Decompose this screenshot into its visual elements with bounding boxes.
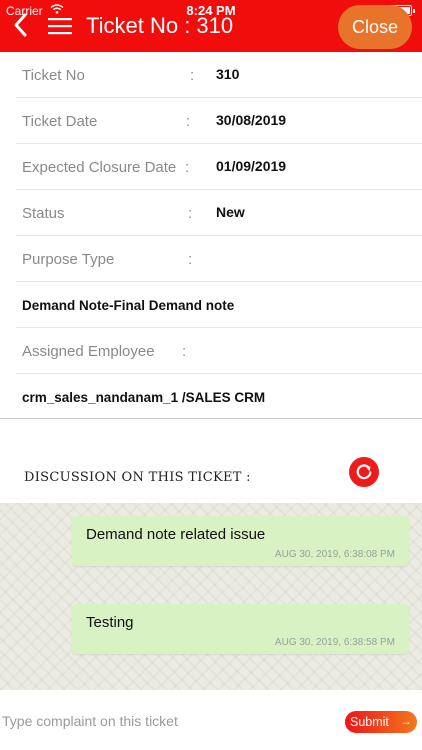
assigned-employee-label: Assigned Employee: [22, 343, 155, 360]
assigned-employee-value: crm_sales_nandanam_1 /SALES CRM: [22, 390, 266, 405]
chat-message-text: Testing: [86, 614, 134, 631]
purpose-type-colon: :: [188, 251, 193, 268]
ticket-date-label: Ticket Date: [22, 113, 98, 130]
status-colon: :: [188, 205, 193, 222]
ticket-no-label: Ticket No: [22, 67, 85, 84]
status-value: New: [216, 204, 245, 220]
hamburger-menu-icon[interactable]: [47, 16, 73, 36]
chevron-left-icon[interactable]: [10, 12, 32, 38]
refresh-icon: [356, 464, 372, 480]
ticket-no-value: 310: [216, 66, 240, 82]
detail-row-ticket-no: Ticket No : 310: [16, 52, 422, 98]
expected-closure-colon: :: [185, 159, 190, 176]
detail-row-expected-closure: Expected Closure Date : 01/09/2019: [16, 144, 422, 190]
assigned-employee-colon: :: [182, 343, 187, 360]
submit-label: Submit: [350, 715, 389, 729]
arrow-right-icon: →: [400, 714, 412, 728]
chat-message-text: Demand note related issue: [86, 526, 266, 543]
ticket-date-colon: :: [186, 113, 191, 130]
expected-closure-label: Expected Closure Date: [22, 159, 177, 176]
purpose-type-label: Purpose Type: [22, 251, 115, 268]
detail-row-assigned-value: crm_sales_nandanam_1 /SALES CRM: [16, 374, 422, 420]
chat-message-timestamp: AUG 30, 2019, 6:38:08 PM: [274, 549, 395, 560]
ticket-date-value: 30/08/2019: [216, 112, 287, 128]
close-button[interactable]: Close: [338, 5, 412, 49]
detail-row-purpose-value: Demand Note-Final Demand note: [16, 282, 422, 328]
chat-message: Testing AUG 30, 2019, 6:38:58 PM: [72, 604, 409, 654]
discussion-title: DISCUSSION ON THIS TICKET :: [24, 470, 251, 485]
section-divider: [0, 418, 422, 419]
chat-area[interactable]: Demand note related issue AUG 30, 2019, …: [0, 503, 422, 690]
chat-message-timestamp: AUG 30, 2019, 6:38:58 PM: [274, 637, 395, 648]
ticket-no-colon: :: [190, 67, 195, 84]
expected-closure-value: 01/09/2019: [216, 158, 287, 174]
status-label: Status: [22, 205, 65, 222]
detail-row-assigned-employee: Assigned Employee :: [16, 328, 422, 374]
detail-row-purpose-type: Purpose Type :: [16, 236, 422, 282]
detail-row-ticket-date: Ticket Date : 30/08/2019: [16, 98, 422, 144]
detail-row-status: Status : New: [16, 190, 422, 236]
submit-button[interactable]: Submit →: [345, 711, 417, 733]
refresh-button[interactable]: [349, 457, 379, 487]
page-title: Ticket No : 310: [86, 13, 234, 38]
chat-message: Demand note related issue AUG 30, 2019, …: [72, 516, 409, 566]
complaint-input[interactable]: [2, 710, 332, 732]
purpose-type-value: Demand Note-Final Demand note: [22, 298, 235, 313]
top-bar: Carrier 8:24 PM Ticket No : 310 Close: [0, 0, 422, 52]
